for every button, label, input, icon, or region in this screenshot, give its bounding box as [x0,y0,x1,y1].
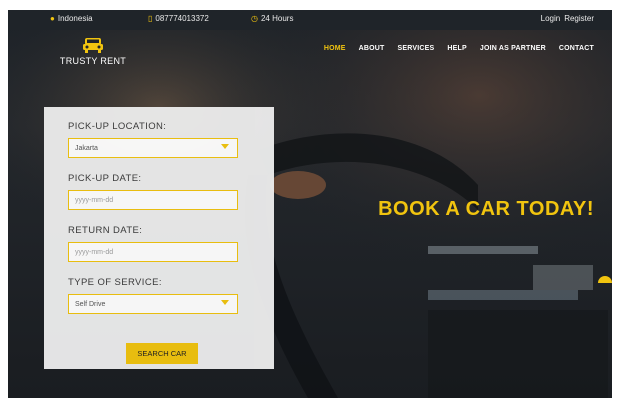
nav-about[interactable]: ABOUT [359,45,385,52]
pickup-date-input[interactable]: yyyy-mm-dd [68,190,238,210]
auth-links: Login Register [541,14,594,23]
page: ● Indonesia ▯ 087774013372 ◷ 24 Hours Lo… [8,10,612,398]
chevron-down-icon [221,144,229,149]
hours-info: ◷ 24 Hours [251,14,293,23]
register-link[interactable]: Register [564,14,594,23]
main-nav: HOME ABOUT SERVICES HELP JOIN AS PARTNER… [324,45,594,52]
pickup-location-label: PICK-UP LOCATION: [68,121,167,132]
slider-indicator[interactable] [598,276,612,283]
brand-logo[interactable]: TRUSTY RENT [53,36,133,76]
return-date-input[interactable]: yyyy-mm-dd [68,242,238,262]
phone-icon: ▯ [148,13,153,23]
service-type-select[interactable]: Self Drive [68,294,238,314]
login-link[interactable]: Login [541,14,561,23]
pickup-location-value: Jakarta [75,144,98,152]
location-text: Indonesia [57,14,93,23]
hero-headline: BOOK A CAR TODAY! [378,198,594,220]
brand-name: TRUSTY RENT [59,56,127,66]
nav-contact[interactable]: CONTACT [559,45,594,52]
booking-form: PICK-UP LOCATION: Jakarta PICK-UP DATE: … [44,107,274,369]
nav-join-as-partner[interactable]: JOIN AS PARTNER [480,45,546,52]
service-type-label: TYPE OF SERVICE: [68,277,162,288]
phone-info: ▯ 087774013372 [148,14,209,23]
topbar: ● Indonesia ▯ 087774013372 ◷ 24 Hours Lo… [8,10,612,30]
nav-home[interactable]: HOME [324,45,346,52]
return-date-placeholder: yyyy-mm-dd [75,248,114,256]
car-icon [83,38,103,53]
location-info: ● Indonesia [50,14,93,23]
phone-text: 087774013372 [155,14,209,23]
hours-text: 24 Hours [260,14,294,23]
clock-icon: ◷ [251,13,258,23]
chevron-down-icon [221,300,229,305]
pickup-date-placeholder: yyyy-mm-dd [75,196,114,204]
pickup-location-select[interactable]: Jakarta [68,138,238,158]
map-pin-icon: ● [50,13,55,23]
pickup-date-label: PICK-UP DATE: [68,173,142,184]
return-date-label: RETURN DATE: [68,225,143,236]
nav-services[interactable]: SERVICES [398,45,435,52]
service-type-value: Self Drive [75,300,106,308]
nav-help[interactable]: HELP [447,45,466,52]
search-car-button[interactable]: SEARCH CAR [126,343,198,364]
